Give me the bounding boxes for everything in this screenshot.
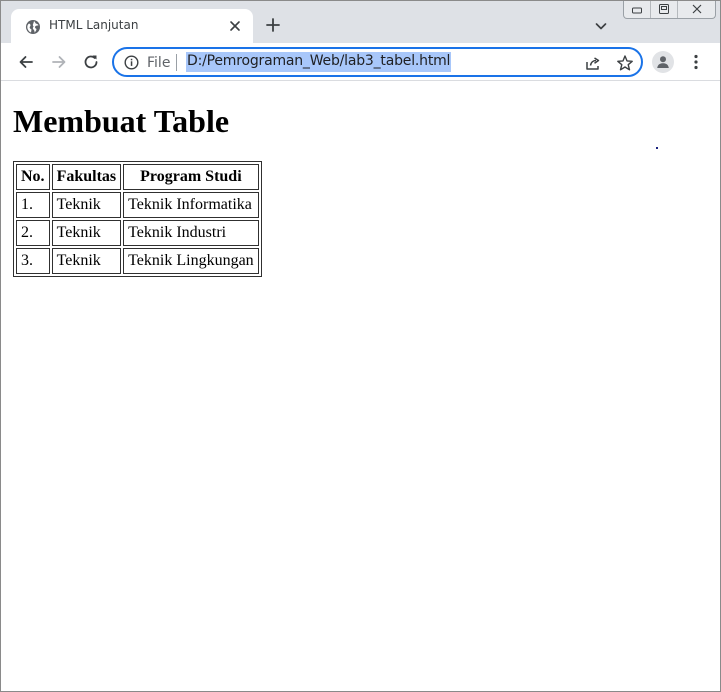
data-table: No. Fakultas Program Studi 1. Teknik Tek… — [13, 161, 262, 277]
profile-avatar-icon[interactable] — [652, 51, 674, 73]
scheme-label: File — [147, 55, 171, 71]
table-cell: Teknik Industri — [123, 220, 259, 246]
address-bar[interactable]: File D:/Pemrograman_Web/lab3_tabel.html — [112, 47, 643, 77]
tab-title: HTML Lanjutan — [49, 18, 139, 32]
tab-html-lanjutan[interactable]: HTML Lanjutan — [11, 9, 253, 43]
table-header-cell: No. — [16, 164, 50, 190]
new-tab-icon[interactable] — [265, 17, 281, 33]
window-controls — [623, 1, 716, 19]
close-window-button[interactable] — [678, 1, 715, 18]
minimize-button[interactable] — [624, 1, 652, 18]
restore-button[interactable] — [651, 1, 679, 18]
page-title: Membuat Table — [13, 103, 230, 139]
page-viewport: Membuat Table No. Fakultas Program Studi… — [1, 81, 720, 691]
table-cell: Teknik Informatika — [123, 192, 259, 218]
table-header-cell: Fakultas — [51, 164, 122, 190]
table-cell: Teknik — [51, 220, 122, 246]
tab-strip: HTML Lanjutan — [1, 1, 720, 43]
table-cell: 1. — [16, 192, 50, 218]
browser-window: HTML Lanjutan File D:/Pemrograman_Web/la… — [0, 0, 721, 692]
globe-icon — [25, 19, 41, 35]
reload-icon[interactable] — [82, 53, 100, 71]
browser-toolbar: File D:/Pemrograman_Web/lab3_tabel.html — [1, 43, 720, 81]
forward-arrow-icon[interactable] — [50, 53, 68, 71]
table-header-cell: Program Studi — [123, 164, 259, 190]
table-cell: 2. — [16, 220, 50, 246]
more-vert-icon[interactable] — [687, 53, 705, 71]
info-icon[interactable] — [124, 55, 139, 70]
back-arrow-icon[interactable] — [17, 53, 35, 71]
table-cell: 3. — [16, 248, 50, 274]
url-text[interactable]: D:/Pemrograman_Web/lab3_tabel.html — [186, 52, 452, 72]
close-icon[interactable] — [227, 18, 243, 34]
table-cell: Teknik — [51, 248, 122, 274]
chevron-down-icon[interactable] — [593, 18, 609, 34]
table-row: 3. Teknik Teknik Lingkungan — [16, 248, 259, 274]
divider — [176, 54, 177, 71]
stray-dot — [656, 147, 658, 149]
close-window-icon — [692, 4, 702, 14]
table-row: 1. Teknik Teknik Informatika — [16, 192, 259, 218]
restore-icon — [659, 4, 670, 14]
star-icon[interactable] — [616, 54, 634, 72]
table-cell: Teknik Lingkungan — [123, 248, 259, 274]
table-row: 2. Teknik Teknik Industri — [16, 220, 259, 246]
table-header-row: No. Fakultas Program Studi — [16, 164, 259, 190]
table-cell: Teknik — [51, 192, 122, 218]
share-icon[interactable] — [584, 54, 602, 72]
minimize-icon — [632, 7, 643, 14]
